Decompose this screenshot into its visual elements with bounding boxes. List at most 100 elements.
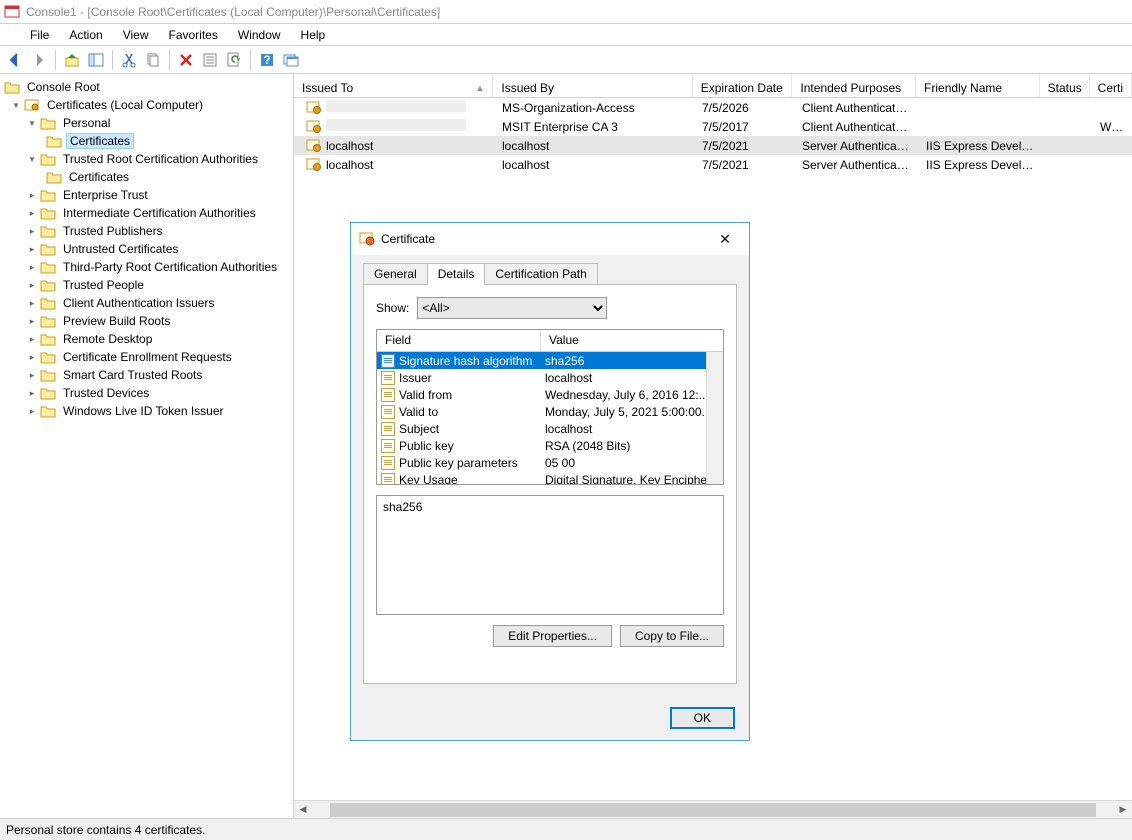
back-button[interactable] xyxy=(4,49,26,71)
tree-console-root[interactable]: Console Root xyxy=(0,78,293,96)
forward-button[interactable] xyxy=(28,49,50,71)
field-row[interactable]: Public key parameters05 00 xyxy=(377,454,723,471)
chevron-right-icon[interactable]: ▸ xyxy=(26,207,38,219)
properties-button[interactable] xyxy=(199,49,221,71)
tree-personal-certificates[interactable]: Certificates xyxy=(0,132,293,150)
toolbar-separator xyxy=(250,50,251,70)
chevron-down-icon[interactable]: ▾ xyxy=(10,99,22,111)
copy-to-file-button[interactable]: Copy to File... xyxy=(620,625,724,647)
tree-item[interactable]: ▸Preview Build Roots xyxy=(0,312,293,330)
tab-certification-path[interactable]: Certification Path xyxy=(484,263,597,285)
tree-item[interactable]: ▸Intermediate Certification Authorities xyxy=(0,204,293,222)
scroll-right-icon[interactable]: ▶ xyxy=(1114,801,1132,819)
horizontal-scrollbar[interactable]: ◀ ▶ xyxy=(294,800,1132,818)
refresh-button[interactable] xyxy=(223,49,245,71)
field-col-header[interactable]: Field xyxy=(377,330,541,351)
fields-listview[interactable]: Field Value Signature hash algorithmsha2… xyxy=(376,329,724,485)
col-purposes[interactable]: Intended Purposes xyxy=(792,74,916,97)
tree-item[interactable]: ▸Remote Desktop xyxy=(0,330,293,348)
list-row[interactable]: localhostlocalhost7/5/2021Server Authent… xyxy=(294,136,1132,155)
menu-window[interactable]: Window xyxy=(230,26,289,44)
scroll-left-icon[interactable]: ◀ xyxy=(294,801,312,819)
tab-general[interactable]: General xyxy=(363,263,428,285)
tree-trusted-root-certificates[interactable]: Certificates xyxy=(0,168,293,186)
up-button[interactable] xyxy=(61,49,83,71)
field-icon xyxy=(381,473,395,485)
tree-item[interactable]: ▸Client Authentication Issuers xyxy=(0,294,293,312)
tab-details[interactable]: Details xyxy=(427,263,486,285)
chevron-right-icon[interactable]: ▸ xyxy=(26,225,38,237)
chevron-right-icon[interactable]: ▸ xyxy=(26,297,38,309)
chevron-right-icon[interactable]: ▸ xyxy=(26,261,38,273)
menu-action[interactable]: Action xyxy=(61,26,110,44)
copy-button[interactable] xyxy=(142,49,164,71)
col-issued-by[interactable]: Issued By xyxy=(493,74,692,97)
tree-item[interactable]: ▸Certificate Enrollment Requests xyxy=(0,348,293,366)
tree-item[interactable]: ▸Windows Live ID Token Issuer xyxy=(0,402,293,420)
tree-item[interactable]: ▸Third-Party Root Certification Authorit… xyxy=(0,258,293,276)
show-select[interactable]: <All> xyxy=(417,297,607,319)
value-textarea[interactable]: sha256 xyxy=(376,495,724,615)
field-row[interactable]: Signature hash algorithmsha256 xyxy=(377,352,723,369)
menu-help[interactable]: Help xyxy=(293,26,334,44)
tree-item[interactable]: ▸Smart Card Trusted Roots xyxy=(0,366,293,384)
list-header: Issued To▲ Issued By Expiration Date Int… xyxy=(294,74,1132,98)
chevron-right-icon[interactable]: ▸ xyxy=(26,189,38,201)
tree-item[interactable]: ▸Trusted Publishers xyxy=(0,222,293,240)
show-hide-tree-button[interactable] xyxy=(85,49,107,71)
chevron-right-icon[interactable]: ▸ xyxy=(26,333,38,345)
menu-favorites[interactable]: Favorites xyxy=(161,26,226,44)
tree-item[interactable]: ▸Untrusted Certificates xyxy=(0,240,293,258)
new-window-button[interactable] xyxy=(280,49,302,71)
folder-icon xyxy=(40,206,56,220)
cut-button[interactable] xyxy=(118,49,140,71)
tree-item[interactable]: ▸Trusted Devices xyxy=(0,384,293,402)
tree-trusted-root[interactable]: ▾ Trusted Root Certification Authorities xyxy=(0,150,293,168)
field-row[interactable]: Issuerlocalhost xyxy=(377,369,723,386)
field-row[interactable]: Key UsageDigital Signature, Key Encipher xyxy=(377,471,723,484)
col-friendly[interactable]: Friendly Name xyxy=(916,74,1040,97)
list-row[interactable]: MSIT Enterprise CA 37/5/2017Client Authe… xyxy=(294,117,1132,136)
col-issued-to[interactable]: Issued To▲ xyxy=(294,74,493,97)
tree-item[interactable]: ▸Enterprise Trust xyxy=(0,186,293,204)
close-button[interactable]: ✕ xyxy=(709,227,741,251)
delete-button[interactable] xyxy=(175,49,197,71)
chevron-down-icon[interactable]: ▾ xyxy=(26,117,38,129)
vertical-scrollbar[interactable] xyxy=(706,352,723,484)
field-icon xyxy=(381,388,395,402)
field-row[interactable]: Valid fromWednesday, July 6, 2016 12:... xyxy=(377,386,723,403)
chevron-right-icon[interactable]: ▸ xyxy=(26,387,38,399)
chevron-right-icon[interactable]: ▸ xyxy=(26,315,38,327)
window-titlebar: Console1 - [Console Root\Certificates (L… xyxy=(0,0,1132,24)
list-row[interactable]: localhostlocalhost7/5/2021Server Authent… xyxy=(294,155,1132,174)
chevron-right-icon[interactable]: ▸ xyxy=(26,243,38,255)
tree-certificates-computer[interactable]: ▾ Certificates (Local Computer) xyxy=(0,96,293,114)
field-row[interactable]: Public keyRSA (2048 Bits) xyxy=(377,437,723,454)
chevron-right-icon[interactable]: ▸ xyxy=(26,405,38,417)
scroll-thumb[interactable] xyxy=(330,803,1096,817)
certificate-icon xyxy=(359,231,375,247)
field-row[interactable]: Subjectlocalhost xyxy=(377,420,723,437)
folder-icon xyxy=(40,278,56,292)
folder-icon xyxy=(40,368,56,382)
chevron-right-icon[interactable]: ▸ xyxy=(26,351,38,363)
col-status[interactable]: Status xyxy=(1040,74,1090,97)
field-row[interactable]: Valid toMonday, July 5, 2021 5:00:00... xyxy=(377,403,723,420)
tree-personal[interactable]: ▾ Personal xyxy=(0,114,293,132)
tab-content-details: Show: <All> Field Value Signature hash a… xyxy=(363,284,737,684)
ok-button[interactable]: OK xyxy=(670,707,735,729)
menu-view[interactable]: View xyxy=(115,26,157,44)
list-row[interactable]: MS-Organization-Access7/5/2026Client Aut… xyxy=(294,98,1132,117)
value-col-header[interactable]: Value xyxy=(541,330,587,351)
edit-properties-button[interactable]: Edit Properties... xyxy=(493,625,612,647)
chevron-down-icon[interactable]: ▾ xyxy=(26,153,38,165)
col-template[interactable]: Certi xyxy=(1090,74,1132,97)
menu-file[interactable]: File xyxy=(22,26,57,44)
col-expiration[interactable]: Expiration Date xyxy=(693,74,793,97)
tree-item[interactable]: ▸Trusted People xyxy=(0,276,293,294)
tree-pane[interactable]: Console Root ▾ Certificates (Local Compu… xyxy=(0,74,294,818)
fields-rows[interactable]: Signature hash algorithmsha256Issuerloca… xyxy=(377,352,723,484)
chevron-right-icon[interactable]: ▸ xyxy=(26,279,38,291)
chevron-right-icon[interactable]: ▸ xyxy=(26,369,38,381)
help-button[interactable]: ? xyxy=(256,49,278,71)
